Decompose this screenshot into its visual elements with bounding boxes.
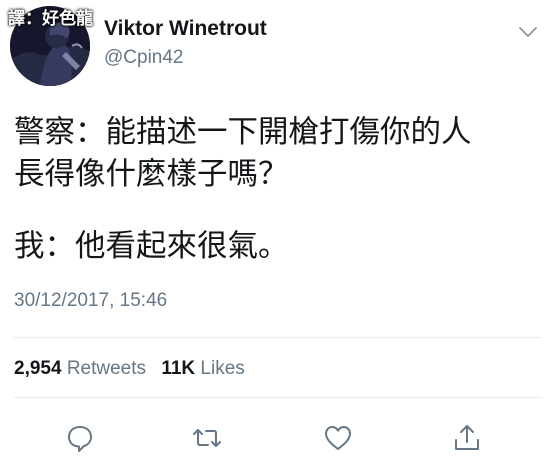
tweet-text-line: 警察：能描述一下開槍打傷你的人	[14, 115, 472, 150]
retweets-stat[interactable]: 2,954 Retweets	[14, 358, 151, 379]
divider	[14, 337, 542, 338]
tweet-stats: 2,954 Retweets 11K Likes	[14, 358, 255, 380]
retweets-count: 2,954	[14, 358, 62, 379]
share-icon[interactable]	[451, 422, 483, 454]
likes-count: 11K	[161, 358, 196, 379]
divider	[14, 397, 542, 398]
tweet-text: 警察：能描述一下開槍打傷你的人 長得像什麼樣子嗎？ 我：他看起來很氣。	[14, 112, 542, 268]
reply-icon[interactable]	[64, 422, 96, 454]
user-handle[interactable]: @Cpin42	[104, 47, 184, 69]
like-icon[interactable]	[322, 422, 354, 454]
display-name[interactable]: Viktor Winetrout	[104, 17, 267, 41]
likes-label: Likes	[200, 358, 245, 379]
tweet-card: 譯：好色龍 Viktor Winetrout @Cpin42 警察：能描述一下開…	[0, 0, 550, 467]
retweets-label: Retweets	[66, 358, 147, 379]
tweet-text-line: 我：他看起來很氣。	[14, 229, 289, 264]
retweet-icon[interactable]	[191, 422, 223, 454]
tweet-text-line: 長得像什麼樣子嗎？	[14, 157, 289, 192]
likes-stat[interactable]: 11K Likes	[161, 358, 244, 379]
tweet-timestamp[interactable]: 30/12/2017, 15:46	[14, 290, 167, 312]
chevron-down-icon[interactable]	[517, 24, 539, 40]
watermark: 譯：好色龍	[8, 9, 93, 29]
